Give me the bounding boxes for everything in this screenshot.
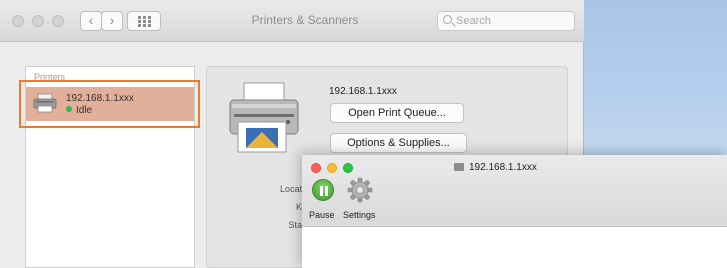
window-title: Printers & Scanners: [251, 13, 359, 27]
show-all-button[interactable]: [127, 11, 161, 31]
selection-highlight-box: [19, 80, 200, 128]
status-label: Sta: [288, 220, 302, 230]
queue-minimize-button[interactable]: [327, 163, 337, 173]
title-bar: ‹ › Printers & Scanners Search: [0, 0, 584, 42]
forward-button[interactable]: ›: [101, 11, 123, 31]
zoom-window-button[interactable]: [52, 15, 64, 27]
printer-large-icon: [229, 82, 299, 153]
printer-icon: [454, 163, 464, 171]
pause-button[interactable]: [312, 179, 334, 201]
pause-label: Pause: [309, 210, 335, 220]
options-supplies-button[interactable]: Options & Supplies...: [330, 133, 467, 153]
location-label: Locat: [279, 184, 302, 194]
settings-button[interactable]: [347, 177, 373, 203]
queue-zoom-button[interactable]: [343, 163, 353, 173]
back-button[interactable]: ‹: [80, 11, 102, 31]
print-queue-toolbar: 192.168.1.1xxx Pause Settings: [302, 155, 727, 227]
queue-close-button[interactable]: [311, 163, 321, 173]
print-queue-title-text: 192.168.1.1xxx: [469, 162, 537, 173]
minimize-window-button[interactable]: [32, 15, 44, 27]
settings-label: Settings: [343, 210, 376, 220]
close-window-button[interactable]: [12, 15, 24, 27]
print-queue-window: 192.168.1.1xxx Pause Settings: [302, 155, 727, 268]
search-placeholder: Search: [456, 15, 491, 27]
gear-icon: [347, 177, 373, 203]
printer-name-label: 192.168.1.1xxx: [329, 86, 397, 97]
print-queue-title: 192.168.1.1xxx: [454, 162, 537, 173]
search-icon: [443, 15, 452, 24]
open-print-queue-button[interactable]: Open Print Queue...: [330, 103, 464, 123]
kind-label: K: [295, 202, 302, 212]
search-input[interactable]: Search: [437, 11, 575, 31]
